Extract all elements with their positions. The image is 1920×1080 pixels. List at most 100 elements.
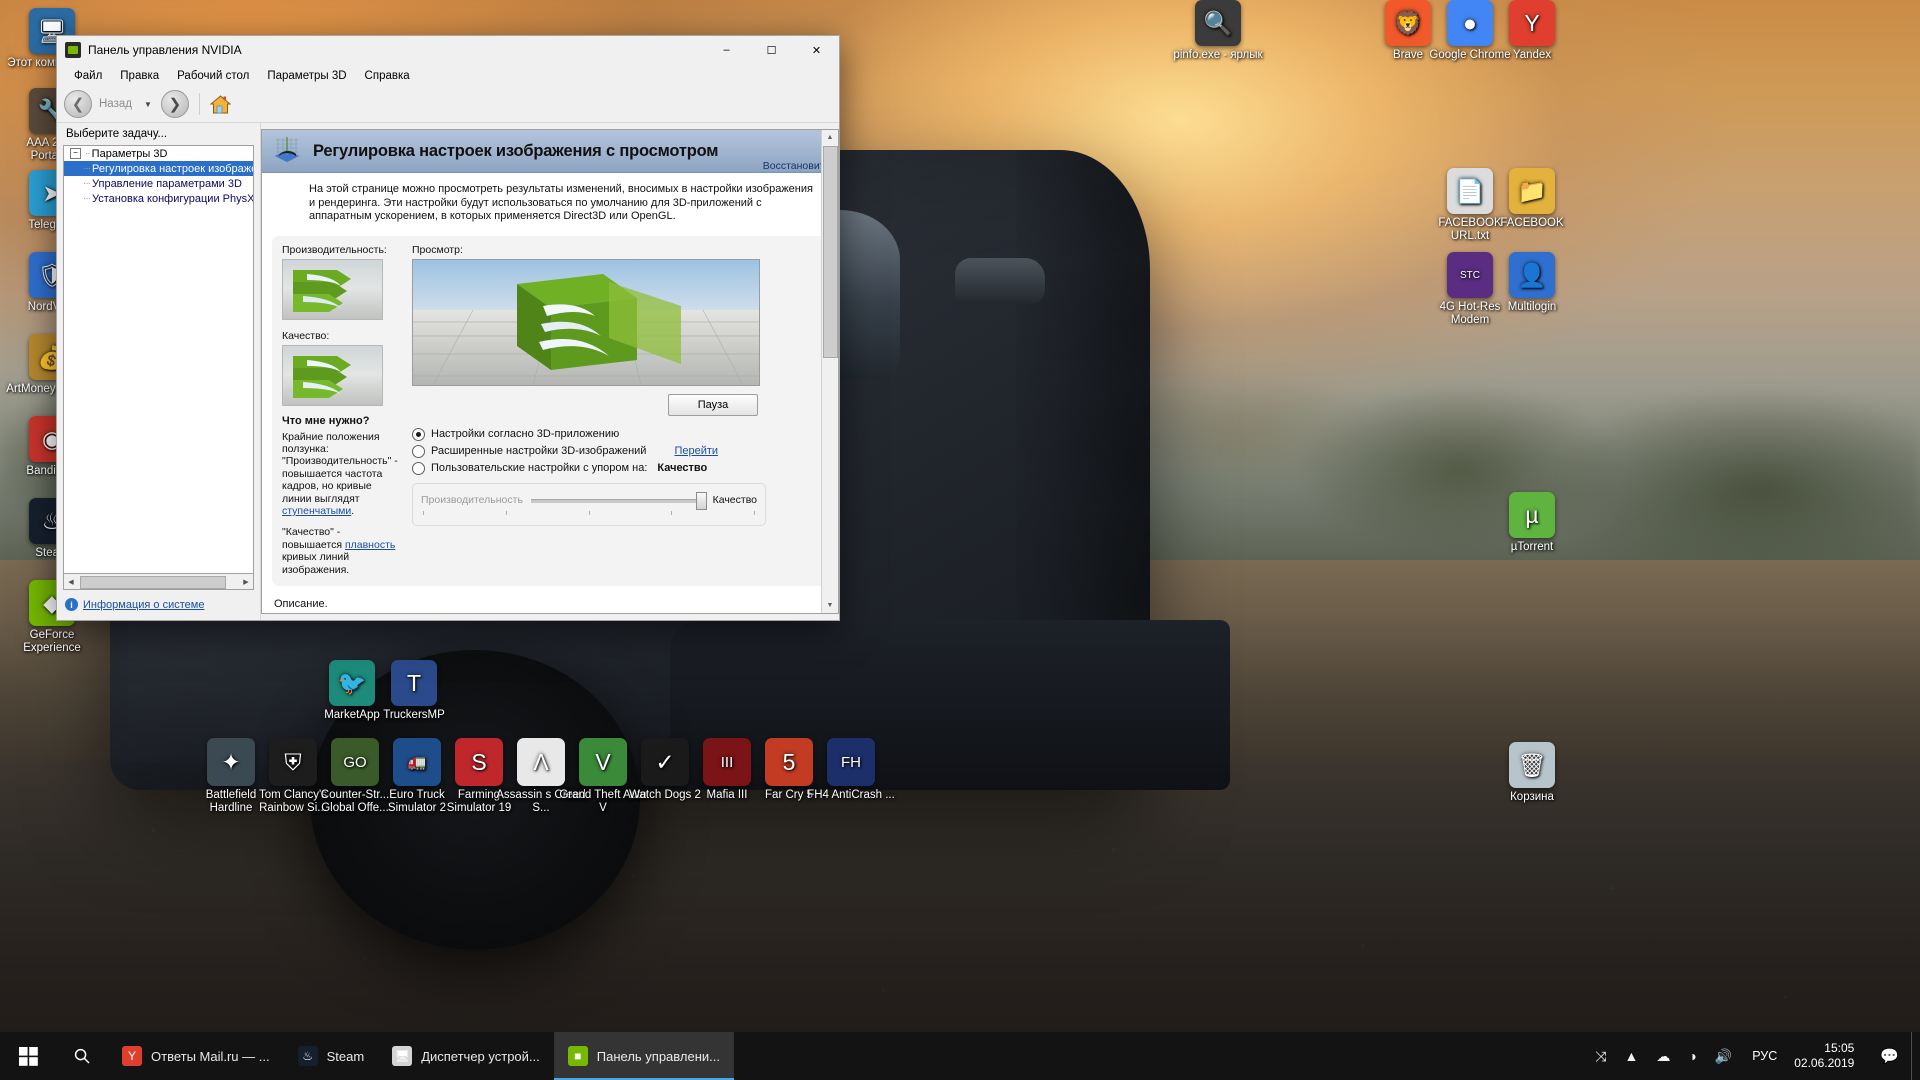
desktop-icon-glyph: T	[391, 660, 437, 706]
system-tray[interactable]: ⤨ ▲ ☁ ◑ 🔊 РУС 15:05 02.06.2019 💬	[1586, 1032, 1920, 1080]
tree-dots: ···	[83, 178, 91, 189]
scroll-right-icon[interactable]: ▶	[239, 575, 253, 588]
radio-row-advanced[interactable]: Расширенные настройки 3D-изображений Пер…	[412, 443, 818, 460]
show-desktop-button[interactable]	[1911, 1032, 1920, 1080]
sidebar-horizontal-scrollbar[interactable]: ◀ ▶	[63, 574, 254, 590]
share-icon[interactable]: ⤨	[1586, 1048, 1615, 1065]
settings-radio-group[interactable]: Настройки согласно 3D-приложению Расшире…	[412, 426, 818, 477]
desktop-icon[interactable]: Y Yandex	[1486, 0, 1578, 62]
window-titlebar[interactable]: Панель управления NVIDIA – ☐ ✕	[57, 36, 839, 65]
search-icon[interactable]	[56, 1032, 108, 1080]
windows-start-icon[interactable]	[0, 1032, 56, 1080]
notification-icon[interactable]: 💬	[1868, 1047, 1911, 1065]
radio-button-app-controlled[interactable]	[412, 427, 425, 441]
content-pane: Регулировка настроек изображения с просм…	[261, 129, 839, 614]
quality-slider-box[interactable]: Производительность Качество	[412, 482, 766, 526]
slider-track-wrap[interactable]	[530, 491, 707, 510]
minimize-button[interactable]: –	[704, 36, 749, 64]
sidebar-item-physx-configuration[interactable]: ··· Установка конфигурации PhysX	[64, 191, 253, 206]
device-manager-icon: 🖥	[392, 1046, 413, 1066]
taskbar-item-label: Ответы Mail.ru — ...	[151, 1048, 270, 1064]
sidebar-item-label: Регулировка настроек изображения с пр	[92, 162, 253, 175]
close-button[interactable]: ✕	[794, 36, 839, 64]
settings-panel: Производительность: Качество: Что мне ну…	[272, 235, 828, 586]
onedrive-icon[interactable]: ☁	[1647, 1048, 1679, 1065]
desktop-icon[interactable]: T TruckersMP	[368, 660, 460, 722]
radio-row-custom[interactable]: Пользовательские настройки с упором на: …	[412, 460, 818, 477]
slider-ticks	[421, 509, 757, 515]
help-heading: Что мне нужно?	[282, 414, 370, 427]
sidebar-item-label: Управление параметрами 3D	[92, 177, 242, 190]
arrow-right-icon[interactable]: ❯	[160, 90, 189, 118]
menu-item-help[interactable]: Справка	[356, 68, 419, 84]
taskbar[interactable]: Y Ответы Mail.ru — ... ♨ Steam 🖥 Диспетчер ус…	[0, 1032, 1920, 1080]
nvidia-control-panel-window[interactable]: Панель управления NVIDIA – ☐ ✕ Файл Прав…	[56, 35, 840, 621]
slider-thumb[interactable]	[695, 491, 707, 510]
scroll-up-icon[interactable]: ▲	[822, 130, 838, 145]
go-link[interactable]: Перейти	[674, 445, 718, 457]
wifi-icon[interactable]: ◑	[1679, 1048, 1705, 1064]
desktop-icon[interactable]: 🗑 Корзина	[1486, 742, 1578, 804]
slider-left-label: Производительность	[421, 493, 523, 506]
arrow-left-icon[interactable]: ❮	[64, 90, 92, 118]
taskbar-item[interactable]: ■ Панель управлени...	[553, 1032, 735, 1080]
desktop-icon[interactable]: 👤 Multilogin	[1486, 252, 1578, 314]
help-link-stepped[interactable]: ступенчатыми	[282, 505, 351, 517]
preview-viewport[interactable]	[412, 258, 760, 386]
menu-item-file[interactable]: Файл	[65, 68, 111, 84]
window-body: Выберите задачу... − ·· Параметры 3D ···…	[57, 123, 839, 620]
toolbar-separator	[198, 93, 200, 115]
slider-row[interactable]: Производительность Качество	[421, 491, 757, 510]
radio-button-advanced[interactable]	[412, 444, 425, 458]
navigation-toolbar[interactable]: ❮ Назад ▼ ❯	[57, 86, 839, 123]
taskbar-item[interactable]: ♨ Steam	[284, 1032, 379, 1080]
task-tree[interactable]: − ·· Параметры 3D ··· Регулировка настро…	[63, 145, 254, 574]
scrollbar-thumb[interactable]	[823, 146, 838, 358]
scrollbar-track[interactable]	[78, 575, 239, 589]
chevron-down-icon[interactable]: ▼	[139, 100, 157, 109]
typical-usage-label: Типичные ситуации применения.	[262, 610, 838, 613]
desktop-icon[interactable]: µ µTorrent	[1486, 492, 1578, 554]
chevron-up-icon[interactable]: ▲	[1615, 1048, 1647, 1064]
volume-icon[interactable]: 🔊	[1706, 1048, 1741, 1065]
slider-track[interactable]	[530, 498, 705, 503]
nvidia-eye-preview	[413, 259, 759, 385]
collapse-icon[interactable]: −	[70, 148, 81, 159]
content-vertical-scrollbar[interactable]: ▲ ▼	[821, 130, 838, 613]
desktop-icon-label: TruckersMP	[383, 709, 445, 721]
sidebar-item-adjust-image-settings[interactable]: ··· Регулировка настроек изображения с п…	[64, 161, 253, 176]
restore-link[interactable]: Восстановить	[763, 160, 830, 172]
menu-item-3d-settings[interactable]: Параметры 3D	[258, 68, 355, 84]
menu-bar[interactable]: Файл Правка Рабочий стол Параметры 3D Сп…	[57, 65, 839, 86]
desktop-icon[interactable]: 🔍 pinfo.exe - ярлык	[1172, 0, 1264, 62]
sidebar-footer[interactable]: i Информация о системе	[57, 590, 260, 620]
radio-custom-value: Качество	[657, 462, 708, 474]
home-icon[interactable]	[210, 93, 232, 115]
back-label[interactable]: Назад	[96, 98, 135, 110]
pause-button[interactable]: Пауза	[668, 393, 758, 416]
info-icon: i	[65, 598, 78, 611]
desktop-icon-label: FACEBOOK	[1500, 217, 1564, 229]
tree-dots: ···	[83, 193, 91, 204]
desktop-icon[interactable]: FH FH4 AntiCrash ...	[805, 738, 897, 802]
help-text-2b: кривых линий изображения.	[282, 551, 350, 576]
clock[interactable]: 15:05 02.06.2019	[1788, 1041, 1868, 1071]
help-link-smoothness[interactable]: плавность	[345, 539, 395, 551]
radio-row-app-controlled[interactable]: Настройки согласно 3D-приложению	[412, 426, 818, 443]
desktop-icon[interactable]: 📁 FACEBOOK	[1486, 168, 1578, 230]
maximize-button[interactable]: ☐	[749, 36, 794, 64]
taskbar-item-label: Панель управлени...	[596, 1048, 720, 1064]
sidebar-heading: Выберите задачу...	[66, 128, 168, 140]
radio-button-custom[interactable]	[412, 461, 425, 475]
scroll-left-icon[interactable]: ◀	[64, 575, 78, 588]
menu-item-edit[interactable]: Правка	[111, 68, 168, 84]
taskbar-item[interactable]: Y Ответы Mail.ru — ...	[108, 1032, 284, 1080]
sidebar-item-manage-3d-settings[interactable]: ··· Управление параметрами 3D	[64, 176, 253, 191]
language-indicator[interactable]: РУС	[1741, 1049, 1788, 1063]
scroll-down-icon[interactable]: ▼	[822, 598, 838, 613]
taskbar-item[interactable]: 🖥 Диспетчер устрой...	[378, 1032, 554, 1080]
scrollbar-thumb[interactable]	[80, 576, 226, 589]
tree-root-3d-settings[interactable]: − ·· Параметры 3D	[64, 146, 253, 161]
system-information-link[interactable]: Информация о системе	[83, 599, 204, 611]
menu-item-desktop[interactable]: Рабочий стол	[168, 68, 258, 84]
